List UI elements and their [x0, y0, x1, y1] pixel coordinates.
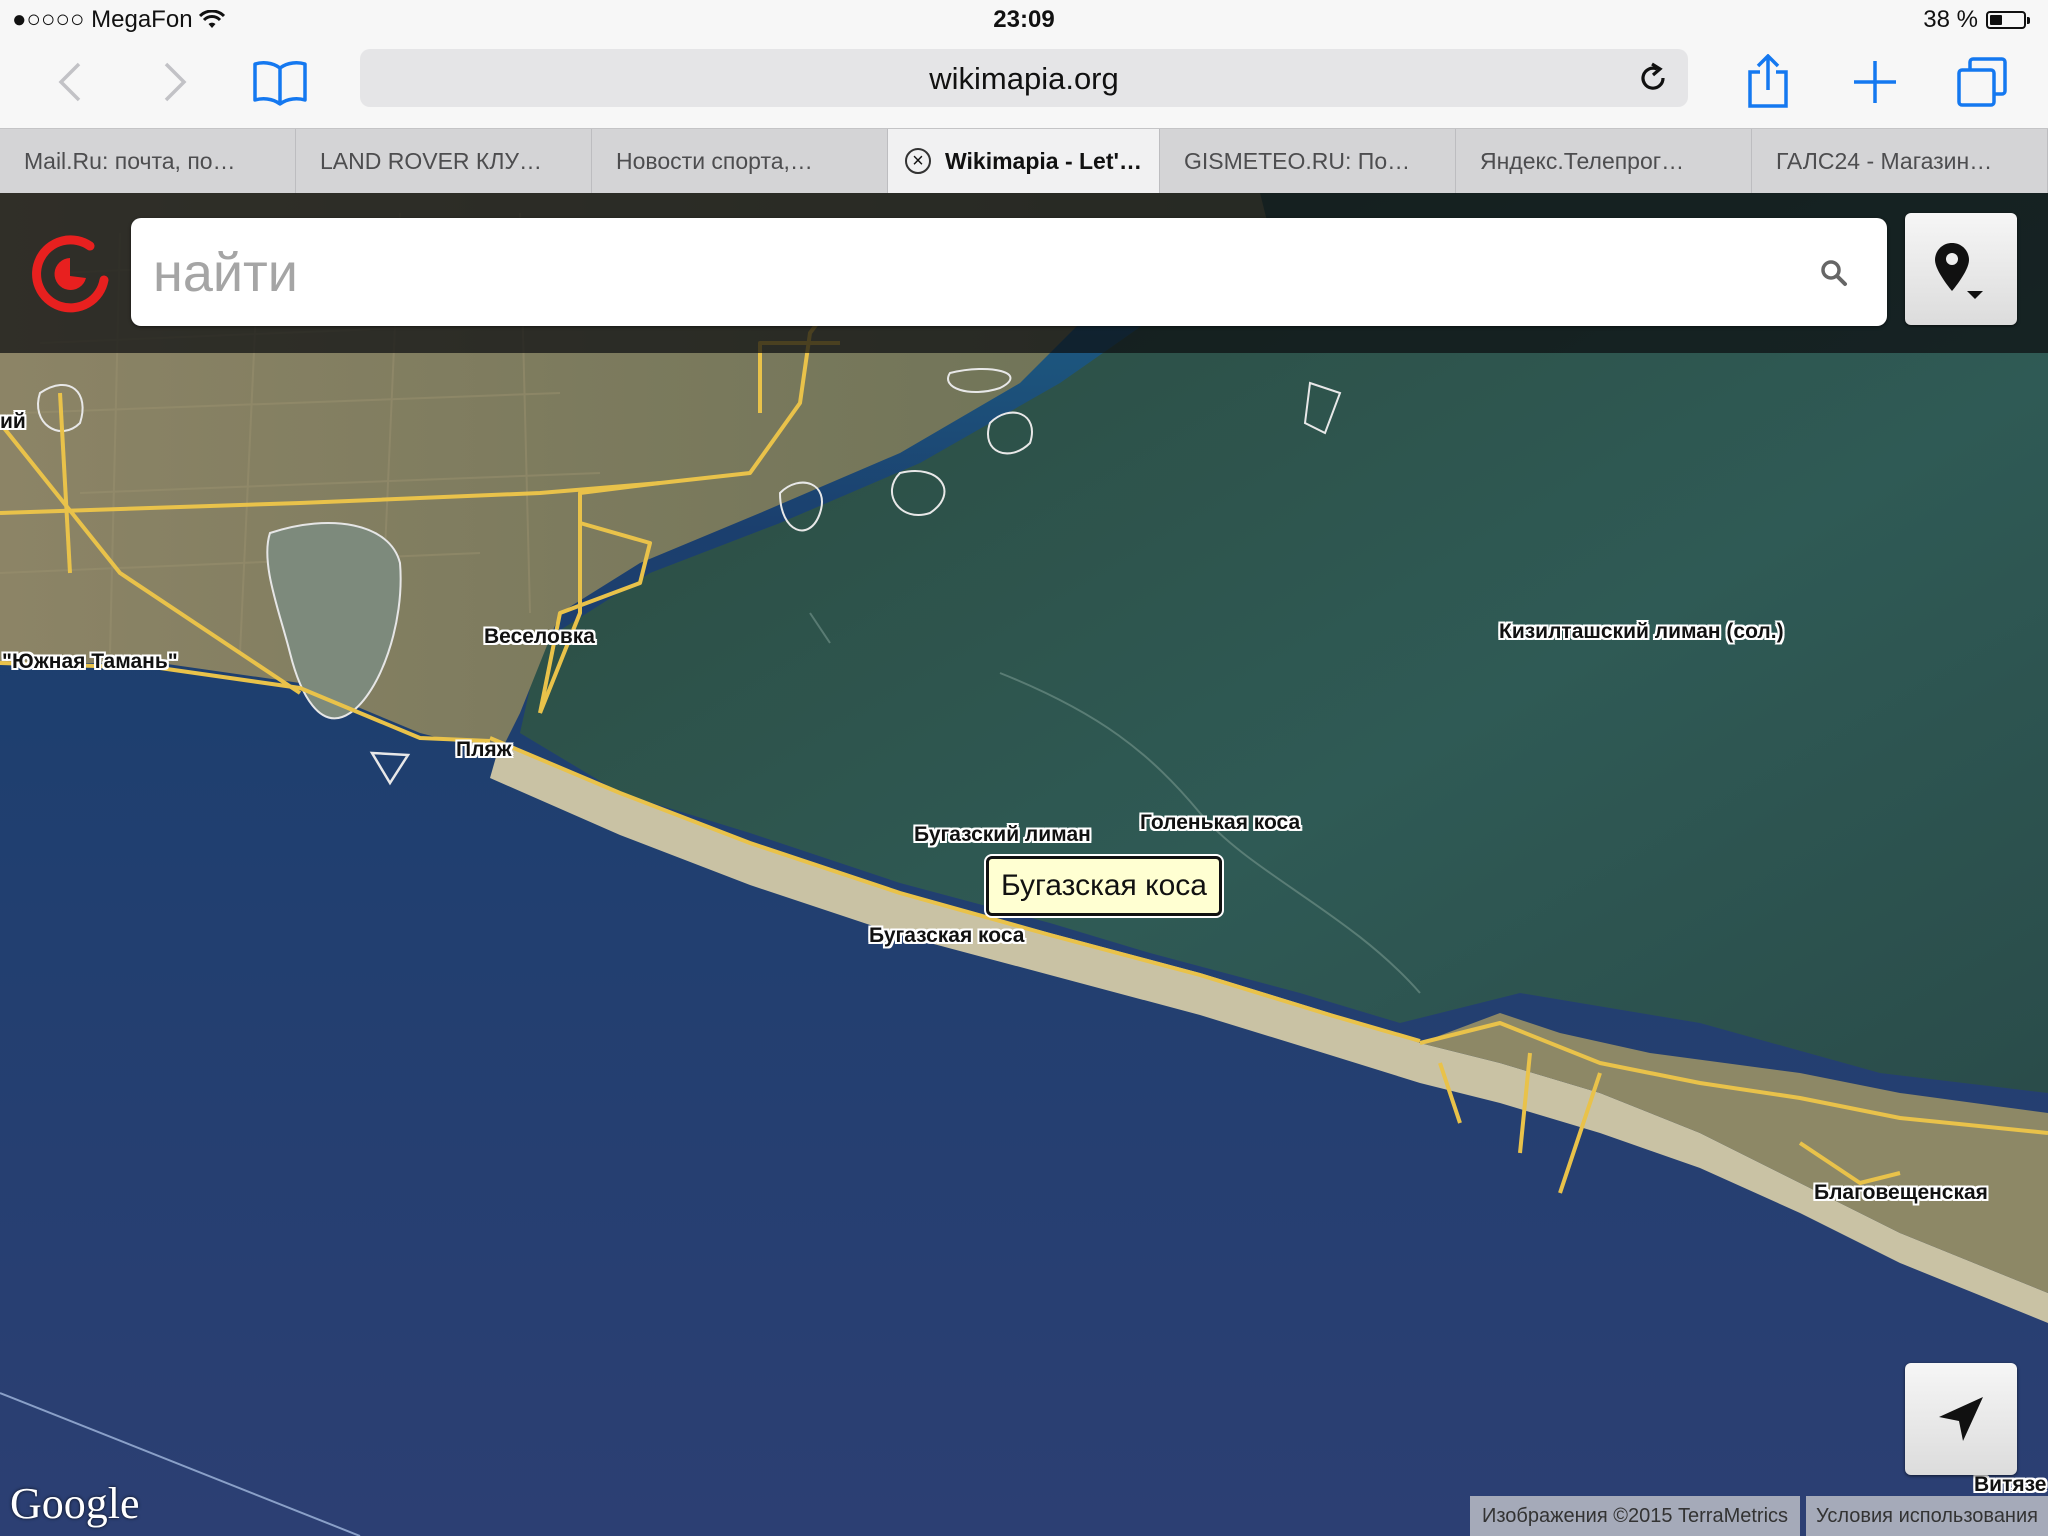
search-input[interactable]	[151, 232, 1815, 314]
imagery-attribution: Изображения ©2015 TerraMetrics	[1470, 1496, 1800, 1536]
tabs-overview-button[interactable]	[1952, 52, 2012, 112]
book-icon	[253, 61, 307, 106]
chevron-right-icon	[164, 62, 187, 102]
search-icon[interactable]	[1819, 258, 1849, 288]
google-logo: Google	[10, 1479, 140, 1528]
tab-wikimapia[interactable]: × Wikimapia - Let'…	[888, 129, 1160, 193]
plus-icon	[1854, 61, 1896, 103]
locate-me-button[interactable]	[1905, 1363, 2017, 1475]
map-label-bugazsky-liman[interactable]: Бугазский лиман	[914, 823, 1091, 847]
search-box[interactable]	[131, 218, 1887, 326]
chevron-left-icon	[58, 62, 81, 102]
map-label-vityazevo[interactable]: Витязе	[1974, 1473, 2046, 1497]
map-pin-dropdown-icon	[1935, 243, 1983, 299]
terms-of-use-link[interactable]: Условия использования	[1806, 1496, 2048, 1536]
reload-icon[interactable]	[1636, 61, 1670, 95]
tab-gals24[interactable]: ГАЛС24 - Магазин…	[1752, 129, 2048, 193]
url-text: wikimapia.org	[929, 61, 1119, 96]
back-button[interactable]	[40, 52, 100, 112]
status-bar: ●○○○○ MegaFon 23:09 38 %	[0, 0, 2048, 42]
address-bar[interactable]: wikimapia.org	[360, 49, 1688, 107]
share-button[interactable]	[1738, 52, 1798, 112]
close-tab-icon[interactable]: ×	[905, 148, 932, 174]
map-label-golenkaya-kosa[interactable]: Голенькая коса	[1140, 811, 1300, 835]
map-label-veselovka[interactable]: Веселовка	[484, 625, 595, 649]
new-tab-button[interactable]	[1845, 52, 1905, 112]
browser-toolbar: wikimapia.org	[0, 42, 2048, 128]
map-label-left-cut[interactable]: ий	[0, 410, 26, 434]
map-label-blagoveshchenskaya[interactable]: Благовещенская	[1814, 1181, 1988, 1205]
tab-mail[interactable]: Mail.Ru: почта, по…	[0, 129, 296, 193]
tabs-icon	[1957, 57, 2007, 107]
tab-sport-news[interactable]: Новости спорта,…	[592, 129, 888, 193]
tab-yandex-tv[interactable]: Яндекс.Телепрог…	[1456, 129, 1752, 193]
bookmarks-button[interactable]	[250, 52, 310, 112]
location-menu-button[interactable]	[1905, 213, 2017, 325]
forward-button[interactable]	[145, 52, 205, 112]
tab-gismeteo[interactable]: GISMETEO.RU: По…	[1160, 129, 1456, 193]
map-label-kiziltashsky-liman[interactable]: Кизилташский лиман (сол.)	[1499, 620, 1784, 644]
navigation-arrow-icon	[1939, 1397, 1983, 1441]
wikimapia-logo-icon[interactable]	[28, 232, 112, 316]
map-label-yuzhnaya-taman[interactable]: "Южная Тамань"	[2, 650, 178, 674]
battery-percent: 38 %	[1923, 6, 1978, 33]
share-icon	[1748, 54, 1788, 108]
tab-strip: Mail.Ru: почта, по… LAND ROVER КЛУ… Ново…	[0, 128, 2048, 193]
battery-icon	[1986, 11, 2030, 29]
tab-land-rover[interactable]: LAND ROVER КЛУ…	[296, 129, 592, 193]
map-label-bugazskaya-kosa[interactable]: Бугазская коса	[869, 924, 1024, 948]
map-label-plyazh[interactable]: Пляж	[456, 738, 512, 762]
clock: 23:09	[993, 6, 1055, 33]
map-tooltip: Бугазская коса	[986, 856, 1222, 916]
